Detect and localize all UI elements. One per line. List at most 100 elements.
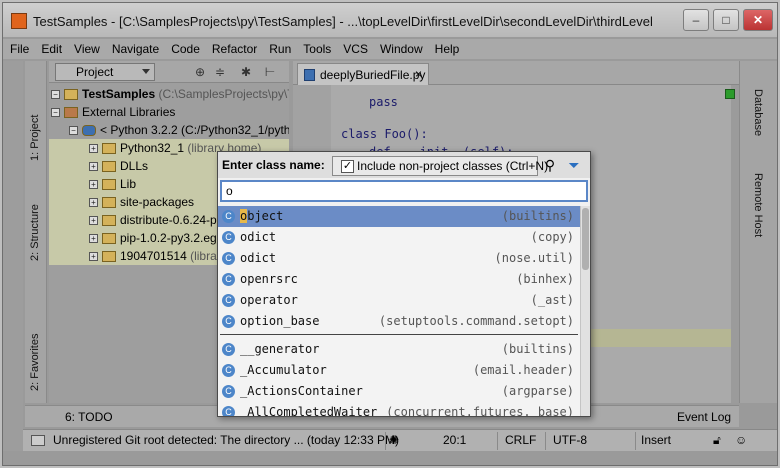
list-item[interactable]: C operator (_ast) — [218, 290, 580, 311]
class-module: (binhex) — [516, 272, 574, 286]
expand-icon[interactable]: + — [89, 162, 98, 172]
class-icon: C — [222, 252, 235, 265]
lock-icon[interactable]: 🔓︎ — [713, 433, 721, 448]
menu-navigate[interactable]: Navigate — [105, 39, 164, 56]
gear-icon[interactable]: ✱ — [239, 65, 253, 79]
class-module: (argparse) — [501, 384, 574, 398]
menu-code[interactable]: Code — [164, 39, 205, 56]
code-line-class: class Foo(): — [341, 127, 428, 141]
class-name: operator — [240, 293, 298, 307]
filter-icon[interactable]: ⏷ — [566, 157, 582, 173]
target-icon[interactable]: ⊕ — [193, 65, 207, 79]
project-toolbar: Project ⊕ ≑ ✱ ⊢ — [49, 61, 289, 83]
menu-help[interactable]: Help — [428, 39, 465, 56]
expand-icon[interactable]: + — [89, 216, 98, 226]
caret-position[interactable]: 20:1 — [443, 433, 466, 447]
match-highlight: o — [240, 209, 248, 223]
close-tab-icon[interactable]: × — [415, 67, 422, 81]
status-separator — [635, 432, 636, 450]
goto-class-popup: Enter class name: ✓ Include non-project … — [217, 151, 591, 417]
tab-event-log[interactable]: Event Log — [677, 410, 731, 424]
file-encoding[interactable]: UTF-8 — [553, 433, 587, 447]
expand-icon[interactable]: + — [89, 144, 98, 154]
minimize-button[interactable]: – — [683, 9, 709, 31]
status-message[interactable]: Unregistered Git root detected: The dire… — [53, 433, 399, 447]
status-separator — [385, 432, 386, 450]
menu-bar: File Edit View Navigate Code Refactor Run Tools… — [3, 39, 777, 59]
list-item[interactable]: C openrsrc (binhex) — [218, 269, 580, 290]
list-item[interactable]: C __generator (builtins) — [218, 339, 580, 360]
tab-database[interactable]: Database — [752, 89, 764, 136]
list-item[interactable]: C odict (nose.util) — [218, 248, 580, 269]
menu-view[interactable]: View — [67, 39, 105, 56]
menu-refactor[interactable]: Refactor — [205, 39, 262, 56]
project-view-combo[interactable]: Project — [55, 63, 155, 81]
list-item[interactable]: C _AllCompletedWaiter (concurrent.future… — [218, 402, 580, 417]
class-module: (_ast) — [530, 293, 574, 307]
insert-mode[interactable]: Insert — [641, 433, 671, 447]
chevron-down-icon — [142, 69, 150, 74]
class-name: _Accumulator — [240, 363, 327, 377]
tab-favorites[interactable]: 2: Favorites — [29, 334, 41, 391]
maximize-button[interactable]: □ — [713, 9, 739, 31]
collapse-icon[interactable]: − — [51, 90, 60, 100]
tab-todo[interactable]: 6: TODO — [65, 410, 113, 424]
class-module: (builtins) — [501, 342, 574, 356]
expand-icon[interactable]: + — [89, 234, 98, 244]
collapse-icon[interactable]: − — [69, 126, 78, 136]
menu-run[interactable]: Run — [262, 39, 296, 56]
results-scrollbar[interactable] — [580, 206, 590, 416]
editor-scrollbar[interactable] — [731, 85, 739, 403]
tab-deeplyburiedfile[interactable]: deeplyBuriedFile.py × — [297, 63, 429, 85]
python-file-icon — [304, 69, 315, 81]
class-name: _ActionsContainer — [240, 384, 363, 398]
class-module: (nose.util) — [494, 251, 574, 265]
class-name: odict — [240, 230, 277, 244]
list-divider — [220, 334, 578, 335]
tab-project[interactable]: 1: Project — [29, 115, 41, 161]
tab-remote-host[interactable]: Remote Host — [752, 173, 764, 237]
menu-edit[interactable]: Edit — [34, 39, 67, 56]
menu-tools[interactable]: Tools — [296, 39, 336, 56]
status-separator — [497, 432, 498, 450]
checkbox-checkmark[interactable]: ✓ — [341, 160, 354, 173]
status-bar: Unregistered Git root detected: The dire… — [23, 429, 777, 451]
list-item[interactable]: C option_base (setuptools.command.setopt… — [218, 311, 580, 332]
progress-icon: ✺ — [389, 433, 400, 447]
tab-structure[interactable]: 2: Structure — [29, 204, 41, 261]
menu-vcs[interactable]: VCS — [336, 39, 373, 56]
list-item[interactable]: C object (builtins) — [218, 206, 580, 227]
list-item[interactable]: C odict (copy) — [218, 227, 580, 248]
title-bar: TestSamples - [C:\SamplesProjects\py\Tes… — [3, 3, 777, 37]
expand-icon[interactable]: + — [89, 180, 98, 190]
folder-icon — [102, 161, 116, 173]
folder-icon — [102, 179, 116, 191]
collapse-icon[interactable]: − — [51, 108, 60, 118]
expand-icon[interactable]: + — [89, 252, 98, 262]
inspector-icon[interactable]: ☺ — [735, 433, 747, 447]
menu-window[interactable]: Window — [373, 39, 428, 56]
list-item[interactable]: C _ActionsContainer (argparse) — [218, 381, 580, 402]
menu-file[interactable]: File — [3, 39, 34, 56]
tool-windows-icon[interactable] — [31, 435, 45, 446]
folder-icon — [102, 251, 116, 263]
collapse-all-icon[interactable]: ≑ — [213, 65, 227, 79]
class-name-input[interactable]: o — [220, 180, 588, 202]
list-item[interactable]: C _Accumulator (email.header) — [218, 360, 580, 381]
class-module: (concurrent.futures._base) — [386, 405, 574, 417]
class-icon: C — [222, 231, 235, 244]
tree-item-testsamples[interactable]: − TestSamples (C:\SamplesProjects\py\T — [51, 85, 289, 103]
search-icon[interactable]: ⚲ — [542, 157, 558, 173]
hide-panel-icon[interactable]: ⊢ — [263, 65, 277, 79]
line-separator[interactable]: CRLF — [505, 433, 536, 447]
scrollbar-thumb[interactable] — [582, 208, 589, 270]
class-name: __generator — [240, 342, 320, 356]
class-icon: C — [222, 364, 235, 377]
checkbox-label: Include non-project classes (Ctrl+N) — [357, 159, 549, 173]
tree-item-external-libraries[interactable]: − External Libraries — [51, 103, 175, 121]
close-button[interactable]: ✕ — [743, 9, 773, 31]
tree-item-python-sdk[interactable]: − < Python 3.2.2 (C:/Python32_1/pyth — [69, 121, 289, 139]
expand-icon[interactable]: + — [89, 198, 98, 208]
include-non-project-checkbox[interactable]: ✓ Include non-project classes (Ctrl+N) — [332, 156, 548, 176]
library-icon — [64, 107, 78, 119]
